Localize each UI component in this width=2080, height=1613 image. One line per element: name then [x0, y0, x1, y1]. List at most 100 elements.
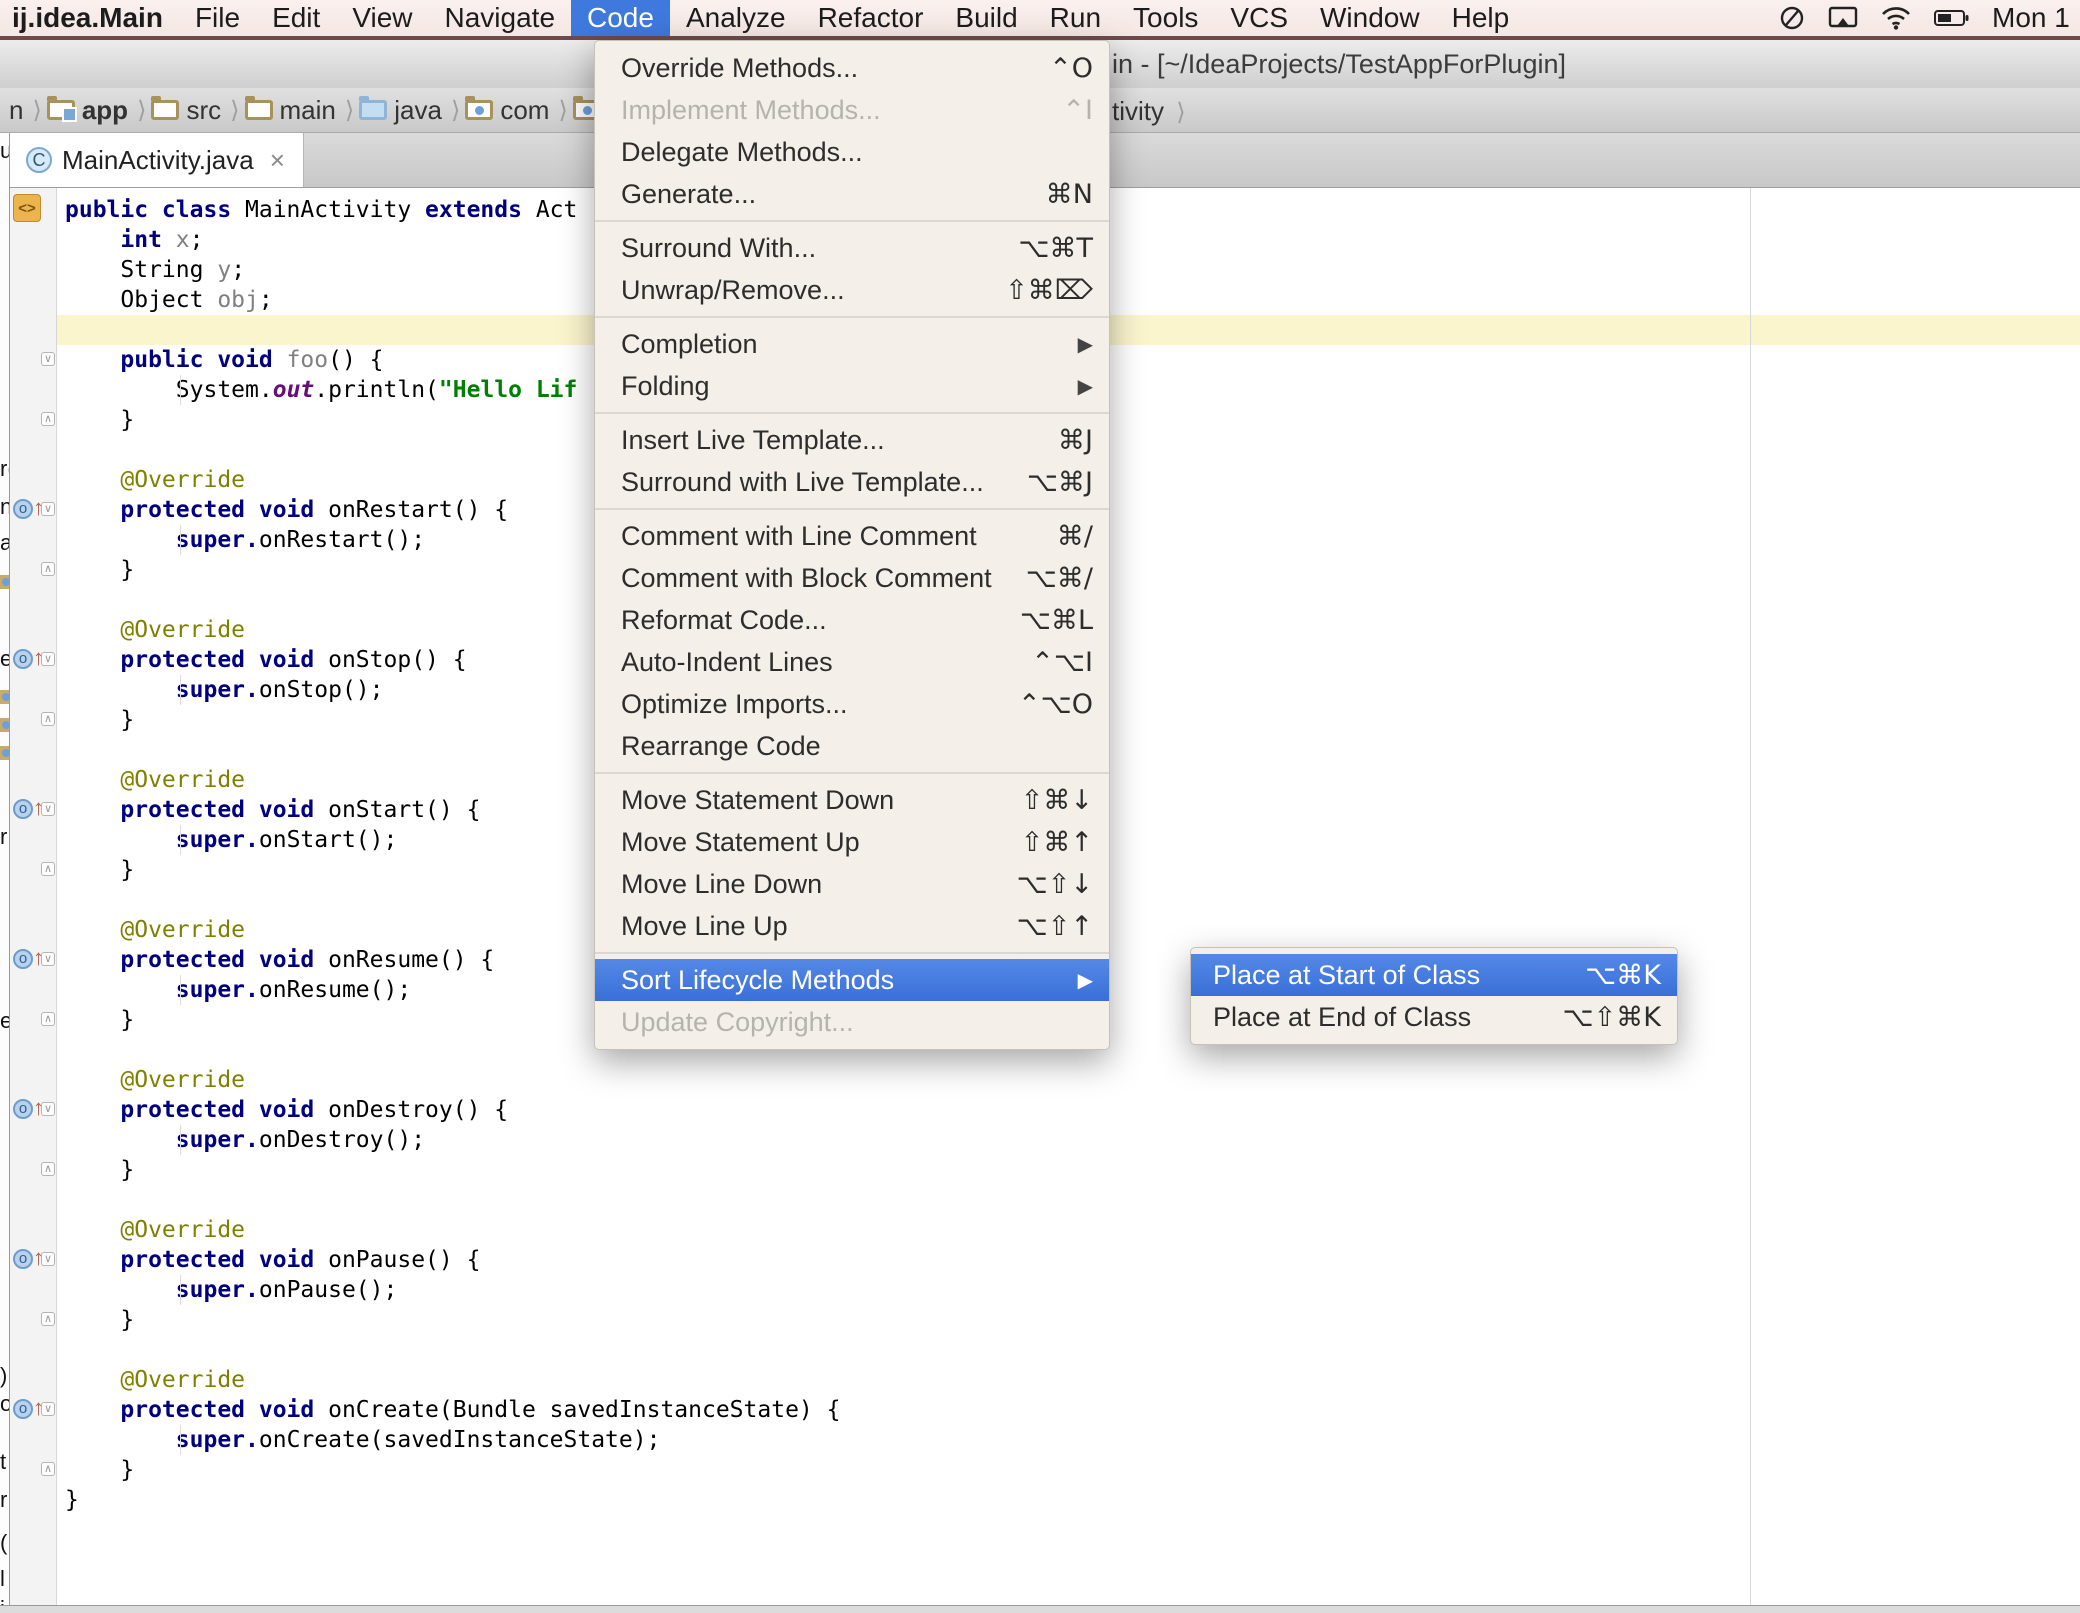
- menu-item-label: Surround with Live Template...: [621, 467, 1027, 498]
- menu-item-completion[interactable]: Completion▶: [595, 323, 1109, 365]
- menu-bar-item-vcs[interactable]: VCS: [1214, 0, 1304, 36]
- menu-item-label: Implement Methods...: [621, 95, 1062, 126]
- menu-item-shortcut: ⌥⇧↓: [1017, 869, 1093, 900]
- submenu-item-place-at-start-of-class[interactable]: Place at Start of Class⌥⌘K: [1191, 954, 1677, 996]
- menu-item-optimize-imports[interactable]: Optimize Imports...⌃⌥O: [595, 683, 1109, 725]
- code-line: }: [65, 1485, 840, 1515]
- breadcrumb-trailing-fragment[interactable]: tivity ⟩: [1112, 96, 1191, 127]
- menu-item-delegate-methods[interactable]: Delegate Methods...: [595, 131, 1109, 173]
- menu-bar-item-view[interactable]: View: [336, 0, 428, 36]
- module-folder-icon: [47, 100, 75, 120]
- menu-item-label: Unwrap/Remove...: [621, 275, 1005, 306]
- override-circle-icon: o: [13, 499, 33, 519]
- menu-item-label: Reformat Code...: [621, 605, 1020, 636]
- code-line: protected void onPause() {: [65, 1245, 840, 1275]
- menu-item-override-methods[interactable]: Override Methods...⌃O: [595, 47, 1109, 89]
- menu-bar-clock[interactable]: Mon 1: [1992, 2, 2080, 34]
- fold-collapse-icon[interactable]: ∨: [41, 1102, 55, 1116]
- menu-separator: [595, 412, 1109, 414]
- fold-end-icon[interactable]: ∧: [41, 1012, 55, 1026]
- breadcrumb-label: src: [186, 95, 221, 126]
- menu-bar-item-code[interactable]: Code: [571, 0, 670, 36]
- menu-separator: [595, 220, 1109, 222]
- fold-end-icon[interactable]: ∧: [41, 862, 55, 876]
- menu-item-shortcut: ⌃O: [1049, 53, 1093, 84]
- menu-item-surround-with[interactable]: Surround With...⌥⌘T: [595, 227, 1109, 269]
- breadcrumb-item-java[interactable]: java⟩: [359, 95, 465, 126]
- package-folder-icon: [465, 100, 493, 120]
- menu-item-label: Rearrange Code: [621, 731, 1093, 762]
- fold-end-icon[interactable]: ∧: [41, 712, 55, 726]
- menu-item-label: Move Statement Down: [621, 785, 1021, 816]
- submenu-item-label: Place at End of Class: [1213, 1002, 1563, 1033]
- submenu-item-shortcut: ⌥⇧⌘K: [1563, 1002, 1661, 1033]
- menu-bar-item-navigate[interactable]: Navigate: [429, 0, 572, 36]
- menu-bar-item-refactor[interactable]: Refactor: [802, 0, 940, 36]
- menu-item-rearrange-code[interactable]: Rearrange Code: [595, 725, 1109, 767]
- breadcrumb-item-main[interactable]: main⟩: [245, 95, 360, 126]
- fold-end-icon[interactable]: ∧: [41, 562, 55, 576]
- menu-item-comment-with-line-comment[interactable]: Comment with Line Comment⌘/: [595, 515, 1109, 557]
- fold-collapse-icon[interactable]: ∨: [41, 1252, 55, 1266]
- menu-item-unwrap-remove[interactable]: Unwrap/Remove...⇧⌘⌦: [595, 269, 1109, 311]
- code-line: super.onDestroy();: [65, 1125, 840, 1155]
- menu-item-shortcut: ⇧⌘↑: [1021, 827, 1093, 858]
- do-not-disturb-icon[interactable]: [1778, 4, 1806, 32]
- menu-bar-item-run[interactable]: Run: [1034, 0, 1117, 36]
- menu-item-move-line-down[interactable]: Move Line Down⌥⇧↓: [595, 863, 1109, 905]
- tab-title: MainActivity.java: [62, 145, 254, 176]
- menu-item-move-statement-down[interactable]: Move Statement Down⇧⌘↓: [595, 779, 1109, 821]
- menu-item-sort-lifecycle-methods[interactable]: Sort Lifecycle Methods▶: [595, 959, 1109, 1001]
- menu-item-move-statement-up[interactable]: Move Statement Up⇧⌘↑: [595, 821, 1109, 863]
- menu-item-surround-with-live-template[interactable]: Surround with Live Template...⌥⌘J: [595, 461, 1109, 503]
- breadcrumb-item-com[interactable]: com⟩: [465, 95, 573, 126]
- fold-collapse-icon[interactable]: ∨: [41, 952, 55, 966]
- menu-bar-item-build[interactable]: Build: [939, 0, 1033, 36]
- wifi-icon[interactable]: [1880, 5, 1912, 31]
- menu-app-name[interactable]: ij.idea.Main: [4, 2, 171, 34]
- fold-collapse-icon[interactable]: ∨: [41, 1402, 55, 1416]
- menu-item-label: Move Statement Up: [621, 827, 1021, 858]
- submenu-item-place-at-end-of-class[interactable]: Place at End of Class⌥⇧⌘K: [1191, 996, 1677, 1038]
- fold-end-icon[interactable]: ∧: [41, 1462, 55, 1476]
- fold-collapse-icon[interactable]: ∨: [41, 652, 55, 666]
- menu-bar-item-file[interactable]: File: [179, 0, 256, 36]
- display-mirroring-icon[interactable]: [1828, 5, 1858, 31]
- java-class-marker-icon[interactable]: <>: [13, 194, 41, 222]
- code-line: @Override: [65, 1065, 840, 1095]
- fold-end-icon[interactable]: ∧: [41, 412, 55, 426]
- folder-folder-icon: [245, 100, 273, 120]
- fold-collapse-icon[interactable]: ∨: [41, 502, 55, 516]
- fold-end-icon[interactable]: ∧: [41, 1312, 55, 1326]
- fold-end-icon[interactable]: ∧: [41, 1162, 55, 1176]
- menu-bar-item-analyze[interactable]: Analyze: [670, 0, 802, 36]
- menu-item-move-line-up[interactable]: Move Line Up⌥⇧↑: [595, 905, 1109, 947]
- menu-bar-item-help[interactable]: Help: [1436, 0, 1526, 36]
- code-menu-dropdown: Override Methods...⌃O Implement Methods..…: [594, 40, 1110, 1050]
- menu-item-reformat-code[interactable]: Reformat Code...⌥⌘L: [595, 599, 1109, 641]
- menu-bar-item-edit[interactable]: Edit: [256, 0, 336, 36]
- project-panel-text-fragment: o: [0, 1391, 10, 1417]
- menu-item-update-copyright: Update Copyright...: [595, 1001, 1109, 1043]
- breadcrumb-item-src[interactable]: src⟩: [151, 95, 244, 126]
- menu-item-generate[interactable]: Generate...⌘N: [595, 173, 1109, 215]
- tab-close-icon[interactable]: ×: [270, 145, 285, 176]
- tab-mainactivity[interactable]: C MainActivity.java ×: [10, 133, 304, 187]
- menu-item-comment-with-block-comment[interactable]: Comment with Block Comment⌥⌘/: [595, 557, 1109, 599]
- menu-item-shortcut: ⌃⌥I: [1031, 647, 1093, 678]
- menu-item-auto-indent-lines[interactable]: Auto-Indent Lines⌃⌥I: [595, 641, 1109, 683]
- menu-item-insert-live-template[interactable]: Insert Live Template...⌘J: [595, 419, 1109, 461]
- breadcrumb-label: main: [280, 95, 336, 126]
- battery-icon[interactable]: [1934, 7, 1970, 29]
- fold-collapse-icon[interactable]: ∨: [41, 802, 55, 816]
- menu-bar-item-window[interactable]: Window: [1304, 0, 1436, 36]
- menu-item-label: Move Line Down: [621, 869, 1017, 900]
- fold-collapse-icon[interactable]: ∨: [41, 352, 55, 366]
- menu-bar-item-tools[interactable]: Tools: [1117, 0, 1214, 36]
- project-panel-fragment-icon: [0, 575, 9, 589]
- indent-guide: [180, 1125, 181, 1155]
- breadcrumb-item-app[interactable]: app⟩: [47, 95, 152, 126]
- project-panel-sliver[interactable]: ur(naere)otr(li: [0, 133, 10, 1605]
- menu-item-folding[interactable]: Folding▶: [595, 365, 1109, 407]
- breadcrumb-item-n[interactable]: n⟩: [2, 95, 47, 126]
